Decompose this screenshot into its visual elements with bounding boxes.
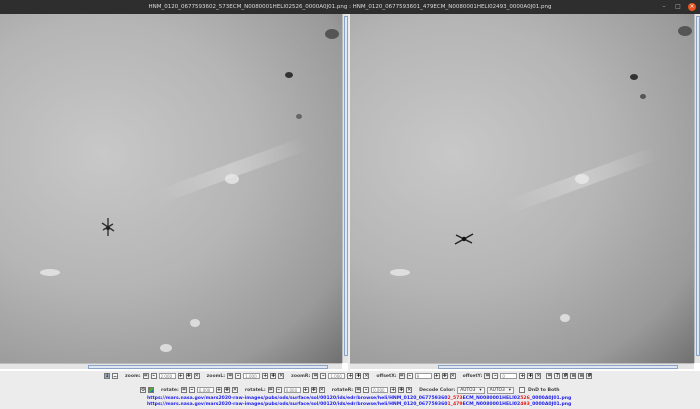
zoom-reset-button[interactable]: ✕ bbox=[193, 373, 200, 379]
right-image-pane[interactable] bbox=[350, 14, 700, 371]
offsetY-input[interactable]: 0 bbox=[500, 373, 518, 379]
offsetY-decrease-button[interactable]: – bbox=[492, 373, 499, 379]
left-horizontal-scrollbar[interactable] bbox=[0, 363, 342, 369]
rotateL-input[interactable]: 0.000 bbox=[283, 387, 301, 393]
close-icon[interactable]: × bbox=[688, 3, 696, 11]
right-vertical-scrollbar[interactable] bbox=[694, 14, 700, 363]
zoomR-decrease-button[interactable]: – bbox=[320, 373, 327, 379]
rotate-increase-large-button[interactable]: ✚ bbox=[223, 387, 230, 393]
rotate-reset-button[interactable]: ✕ bbox=[231, 387, 238, 393]
rotateR-increase-button[interactable]: + bbox=[390, 387, 397, 393]
rotateR-input[interactable]: 0.000 bbox=[371, 387, 389, 393]
rotateL-increase-large-button[interactable]: ✚ bbox=[310, 387, 317, 393]
zoomL-increase-large-button[interactable]: ✚ bbox=[270, 373, 277, 379]
toolbar-row-1: ↓ ‥ zoom: = – 2.000 + ✚ ✕ zoomL: = – 1.000 +… bbox=[104, 372, 593, 380]
rotateR-decrease-button[interactable]: – bbox=[363, 387, 370, 393]
right-horizontal-scrollbar[interactable] bbox=[350, 363, 694, 369]
offsetY-increase-large-button[interactable]: ✚ bbox=[527, 373, 534, 379]
offsetY-increase-button[interactable]: + bbox=[519, 373, 526, 379]
left-vertical-scrollbar[interactable] bbox=[342, 14, 348, 363]
zoomL-decrease-button[interactable]: – bbox=[235, 373, 242, 379]
zoom-increase-button[interactable]: + bbox=[177, 373, 184, 379]
rotate-increase-button[interactable]: + bbox=[215, 387, 222, 393]
zoomR-increase-large-button[interactable]: ✚ bbox=[355, 373, 362, 379]
rotate-decrease-large-button[interactable]: = bbox=[180, 387, 187, 393]
layout-button-1[interactable]: # bbox=[562, 373, 569, 379]
layout-button-2[interactable]: ≡ bbox=[570, 373, 577, 379]
zoomR-decrease-large-button[interactable]: = bbox=[312, 373, 319, 379]
zoom-increase-large-button[interactable]: ✚ bbox=[185, 373, 192, 379]
rotate-input[interactable]: 0.000 bbox=[196, 387, 214, 393]
decode-color-label: Decode Color: bbox=[419, 387, 456, 393]
decode-color-right-select[interactable]: AUTO3 ▾ bbox=[486, 386, 514, 394]
offsetX-reset-button[interactable]: ✕ bbox=[449, 373, 456, 379]
title-bar: HNM_0120_0677593602_573ECM_N0080001HELI0… bbox=[0, 0, 700, 14]
left-image-url-link[interactable]: https://mars.nasa.gov/mars2020-raw-image… bbox=[147, 396, 571, 401]
chevron-down-icon: ▾ bbox=[479, 387, 482, 393]
rotateL-decrease-large-button[interactable]: = bbox=[267, 387, 274, 393]
zoomL-increase-button[interactable]: + bbox=[262, 373, 269, 379]
zoomL-input[interactable]: 1.000 bbox=[243, 373, 261, 379]
zoom-input[interactable]: 2.000 bbox=[158, 373, 176, 379]
zoomR-input[interactable]: 1.000 bbox=[328, 373, 346, 379]
helicopter-shadow-icon bbox=[101, 218, 115, 236]
zoomL-reset-button[interactable]: ✕ bbox=[278, 373, 285, 379]
rotateL-decrease-button[interactable]: – bbox=[275, 387, 282, 393]
right-image[interactable] bbox=[350, 14, 694, 363]
offsetY-decrease-large-button[interactable]: = bbox=[484, 373, 491, 379]
rotateL-increase-button[interactable]: + bbox=[302, 387, 309, 393]
left-image-pane[interactable] bbox=[0, 14, 348, 371]
zoomL-decrease-large-button[interactable]: = bbox=[227, 373, 234, 379]
help-button[interactable]: ? bbox=[554, 373, 561, 379]
offsetX-increase-large-button[interactable]: ✚ bbox=[441, 373, 448, 379]
offsetX-increase-button[interactable]: + bbox=[433, 373, 440, 379]
offsetX-input[interactable]: 9 bbox=[414, 373, 432, 379]
fit-button[interactable]: ‥ bbox=[112, 373, 118, 379]
decode-color-left-select[interactable]: AUTO3 ▾ bbox=[457, 386, 485, 394]
rotateL-reset-button[interactable]: ✕ bbox=[318, 387, 325, 393]
zoom-decrease-button[interactable]: – bbox=[150, 373, 157, 379]
decode-left-value: AUTO3 bbox=[460, 387, 476, 393]
offsetX-decrease-large-button[interactable]: = bbox=[398, 373, 405, 379]
equal-button[interactable]: = bbox=[546, 373, 553, 379]
offsetY-label: offsetY: bbox=[462, 373, 483, 379]
offsetY-reset-button[interactable]: ✕ bbox=[535, 373, 542, 379]
zoom-decrease-large-button[interactable]: = bbox=[142, 373, 149, 379]
dnd-to-both-checkbox[interactable] bbox=[519, 387, 525, 393]
layout-button-3[interactable]: ≡ bbox=[578, 373, 585, 379]
rotate-label: rotate: bbox=[161, 387, 179, 393]
rotateR-label: rotateR: bbox=[331, 387, 354, 393]
rotateR-decrease-large-button[interactable]: = bbox=[355, 387, 362, 393]
chevron-down-icon: ▾ bbox=[508, 387, 511, 393]
rotateL-label: rotateL: bbox=[244, 387, 266, 393]
zoomR-increase-button[interactable]: + bbox=[347, 373, 354, 379]
toolbar-row-2: ⚙ rotate: = – 0.000 + ✚ ✕ rotateL: = – 0.000… bbox=[140, 386, 560, 394]
settings-icon[interactable]: ⚙ bbox=[140, 387, 146, 393]
zoom-label: zoom: bbox=[125, 373, 141, 379]
minimize-icon[interactable]: – bbox=[660, 3, 668, 11]
offsetX-decrease-button[interactable]: – bbox=[406, 373, 413, 379]
layout-button-4[interactable]: # bbox=[586, 373, 593, 379]
rotateR-reset-button[interactable]: ✕ bbox=[406, 387, 413, 393]
link-toggle-button[interactable]: ↓ bbox=[104, 373, 110, 379]
rotateR-increase-large-button[interactable]: ✚ bbox=[398, 387, 405, 393]
decode-right-value: AUTO3 bbox=[489, 387, 505, 393]
color-icon[interactable] bbox=[148, 387, 154, 393]
zoomL-label: zoomL: bbox=[206, 373, 226, 379]
helicopter-shadow-icon bbox=[454, 233, 474, 245]
maximize-icon[interactable]: □ bbox=[674, 3, 682, 11]
dnd-to-both-label: DnD to Both bbox=[528, 387, 560, 393]
window-title: HNM_0120_0677593602_573ECM_N0080001HELI0… bbox=[148, 4, 552, 10]
rotate-decrease-button[interactable]: – bbox=[188, 387, 195, 393]
offsetX-label: offsetX: bbox=[376, 373, 397, 379]
left-image[interactable] bbox=[0, 14, 342, 363]
zoomR-reset-button[interactable]: ✕ bbox=[363, 373, 370, 379]
zoomR-label: zoomR: bbox=[291, 373, 311, 379]
right-image-url-link[interactable]: https://mars.nasa.gov/mars2020-raw-image… bbox=[147, 402, 571, 407]
